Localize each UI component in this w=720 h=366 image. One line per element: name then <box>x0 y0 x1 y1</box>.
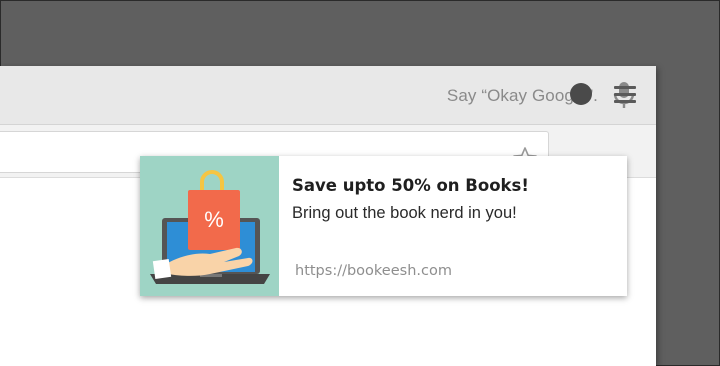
bag-percent-symbol: % <box>204 207 224 232</box>
shopping-bag-laptop-illustration: % <box>140 156 279 296</box>
notification-title: Save upto 50% on Books! <box>292 176 529 195</box>
notification-source-url: https://bookeesh.com <box>295 263 452 279</box>
extension-icon[interactable] <box>570 83 592 105</box>
push-notification[interactable]: % Save upto 50% on Books! Bring out the … <box>140 156 627 296</box>
hamburger-menu-icon[interactable] <box>614 86 636 104</box>
notification-body: Bring out the book nerd in you! <box>292 204 517 222</box>
browser-top-bar: Say “Okay Google”. <box>0 66 656 125</box>
